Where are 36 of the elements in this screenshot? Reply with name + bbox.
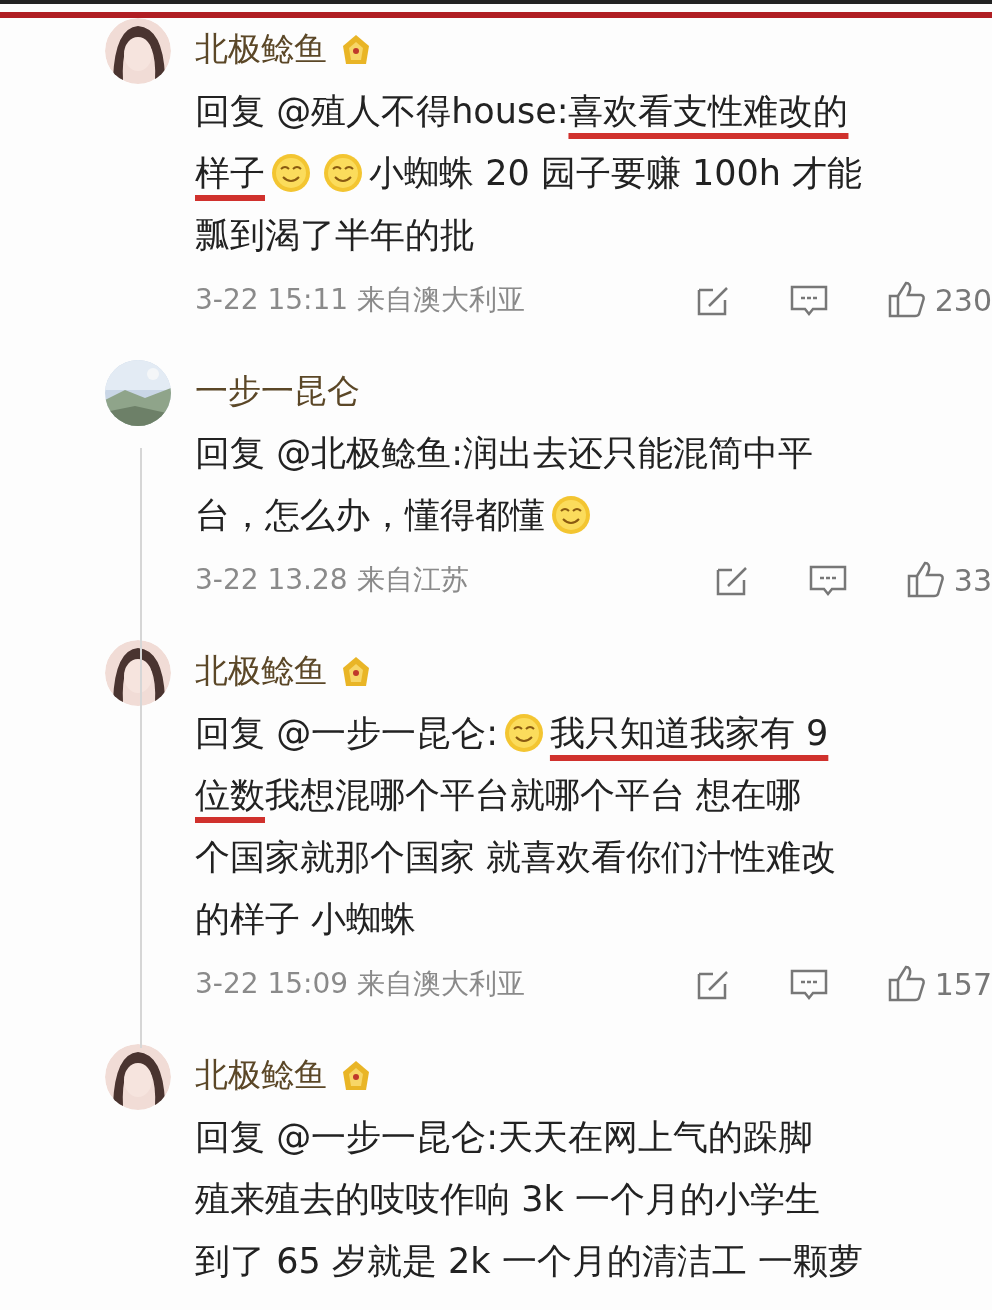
like-count: 230 (934, 281, 992, 320)
comment-text: 个国家就那个国家 就喜欢看你们汁性难改 (195, 836, 837, 879)
comment-text: 样子 (195, 152, 265, 195)
comment-text: 台，怎么办，懂得都懂 (195, 494, 545, 537)
emoji-icon (551, 495, 591, 535)
thumbs-up-icon[interactable] (905, 560, 946, 600)
comment-text: 殖来殖去的吱吱作响 3k 一个月的小学生 (195, 1178, 820, 1221)
comment-text: 瓢到渴了半年的批 (195, 214, 475, 257)
comment-text: 喜欢看支性难改的 (568, 90, 849, 133)
comment-text: 到了 65 岁就是 2k 一个月的清洁工 一颗萝 (195, 1240, 863, 1283)
emoji-icon (271, 153, 311, 193)
comment-meta: 3-22 15:11 来自澳大利亚 (195, 282, 526, 318)
comment-text: 位数 (195, 774, 265, 817)
user-name[interactable]: 一步一昆仑 (195, 366, 360, 416)
comment-meta: 3-22 13.28 来自江苏 (195, 562, 469, 598)
emoji-icon (323, 153, 363, 193)
thumbs-up-icon[interactable] (886, 280, 927, 320)
like-count: 33 (953, 561, 992, 600)
avatar[interactable] (105, 1044, 171, 1110)
comment-text: 我想混哪个平台就哪个平台 想在哪 (265, 774, 802, 817)
like-count: 157 (934, 965, 992, 1004)
avatar[interactable] (105, 18, 171, 84)
thumbs-up-icon[interactable] (886, 964, 927, 1004)
comment-text: 回复 @殖人不得house: (195, 90, 569, 133)
emoji-icon (503, 713, 544, 753)
user-name[interactable]: 北极鲶鱼 (195, 1050, 327, 1100)
comment-text: 回复 @一步一昆仑:天天在网上气的跺脚 (195, 1116, 813, 1159)
comment-meta: 3-22 15:09 来自澳大利亚 (195, 966, 526, 1002)
avatar[interactable] (105, 640, 171, 706)
comment-text: 我只知道我家有 9 (549, 712, 829, 755)
comment-text: 小蜘蛛 20 园子要赚 100h 才能 (369, 152, 863, 195)
comment-text: 的样子 小蜘蛛 (195, 898, 417, 941)
comment-text: 回复 @一步一昆仑: (195, 712, 498, 755)
user-name[interactable]: 北极鲶鱼 (195, 24, 327, 74)
user-name[interactable]: 北极鲶鱼 (195, 646, 327, 696)
comment-text: 回复 @北极鲶鱼:润出去还只能混简中平 (195, 432, 813, 475)
